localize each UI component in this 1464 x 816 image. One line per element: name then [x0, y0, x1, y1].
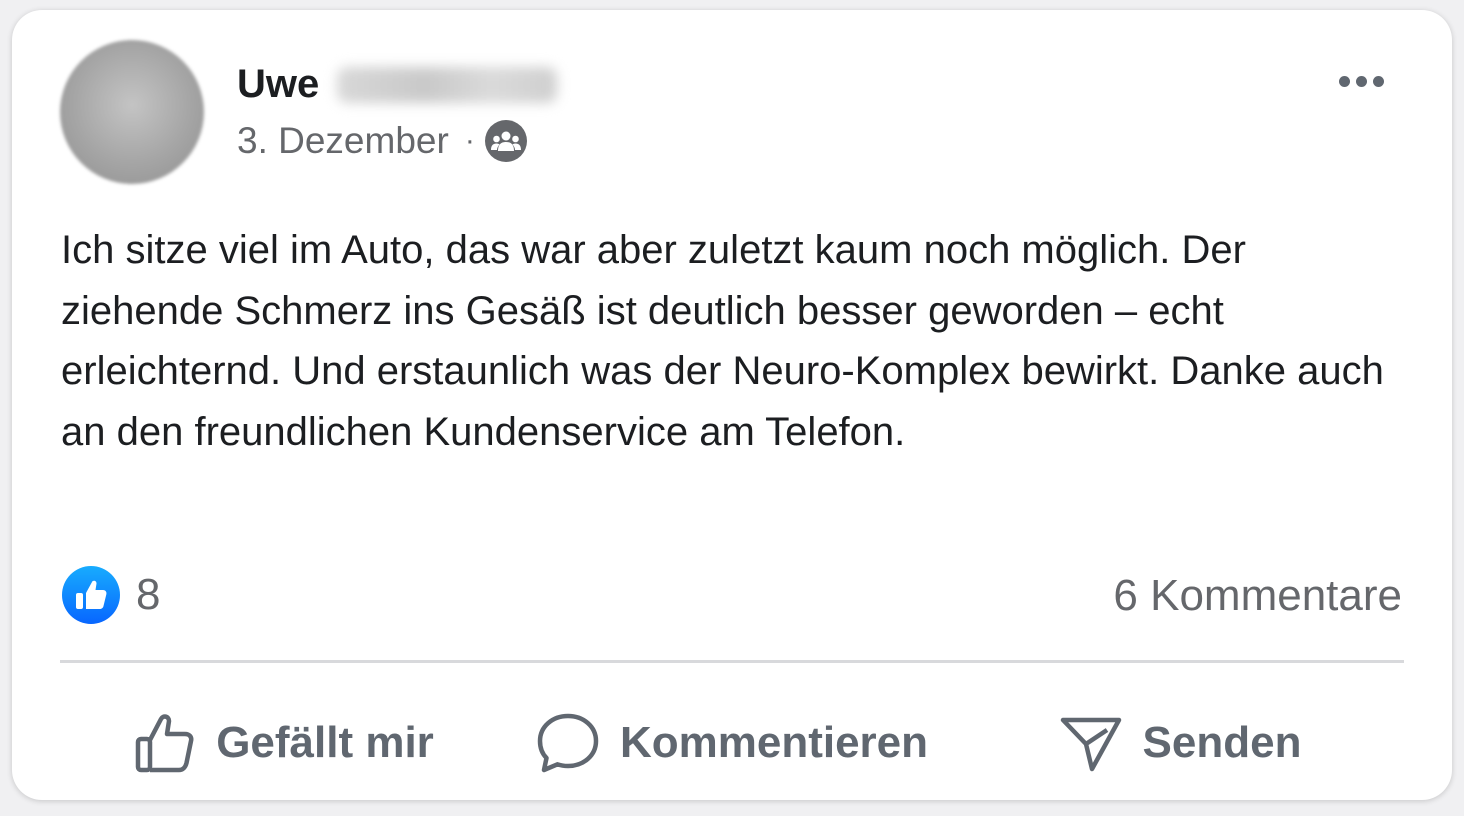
- post-text: Ich sitze viel im Auto, das war aber zul…: [61, 228, 1384, 454]
- send-icon: [1060, 717, 1121, 772]
- post-meta: 3. Dezember ·: [237, 120, 527, 162]
- comment-bubble-icon: [537, 713, 599, 773]
- like-button[interactable]: Gefällt mir: [60, 700, 508, 786]
- send-button[interactable]: Senden: [956, 700, 1404, 786]
- post-date[interactable]: 3. Dezember: [237, 120, 449, 162]
- group-icon: [484, 120, 527, 162]
- send-button-label: Senden: [1142, 718, 1302, 767]
- author-name[interactable]: Uwe: [237, 62, 319, 107]
- avatar[interactable]: [60, 40, 204, 184]
- author-surname-blurred: [337, 66, 558, 103]
- like-button-label: Gefällt mir: [216, 718, 434, 767]
- post-card: Uwe 3. Dezember · Ich sitze viel im Auto…: [12, 10, 1452, 800]
- like-count: 8: [136, 570, 161, 619]
- more-options-button[interactable]: [1339, 76, 1384, 87]
- thumbs-up-outline-icon: [135, 714, 194, 773]
- author-row: Uwe: [237, 62, 558, 107]
- meta-separator: ·: [464, 124, 475, 157]
- more-dot: [1339, 76, 1350, 87]
- comment-count-link[interactable]: 6 Kommentare: [1113, 571, 1402, 621]
- divider: [60, 660, 1404, 663]
- more-dot: [1373, 76, 1384, 87]
- action-bar: Gefällt mir Kommentieren Senden: [60, 700, 1404, 786]
- like-summary[interactable]: 8: [62, 566, 160, 624]
- comment-button[interactable]: Kommentieren: [508, 700, 956, 786]
- more-dot: [1356, 76, 1367, 87]
- comment-button-label: Kommentieren: [619, 718, 929, 767]
- thumbs-up-icon: [62, 566, 120, 624]
